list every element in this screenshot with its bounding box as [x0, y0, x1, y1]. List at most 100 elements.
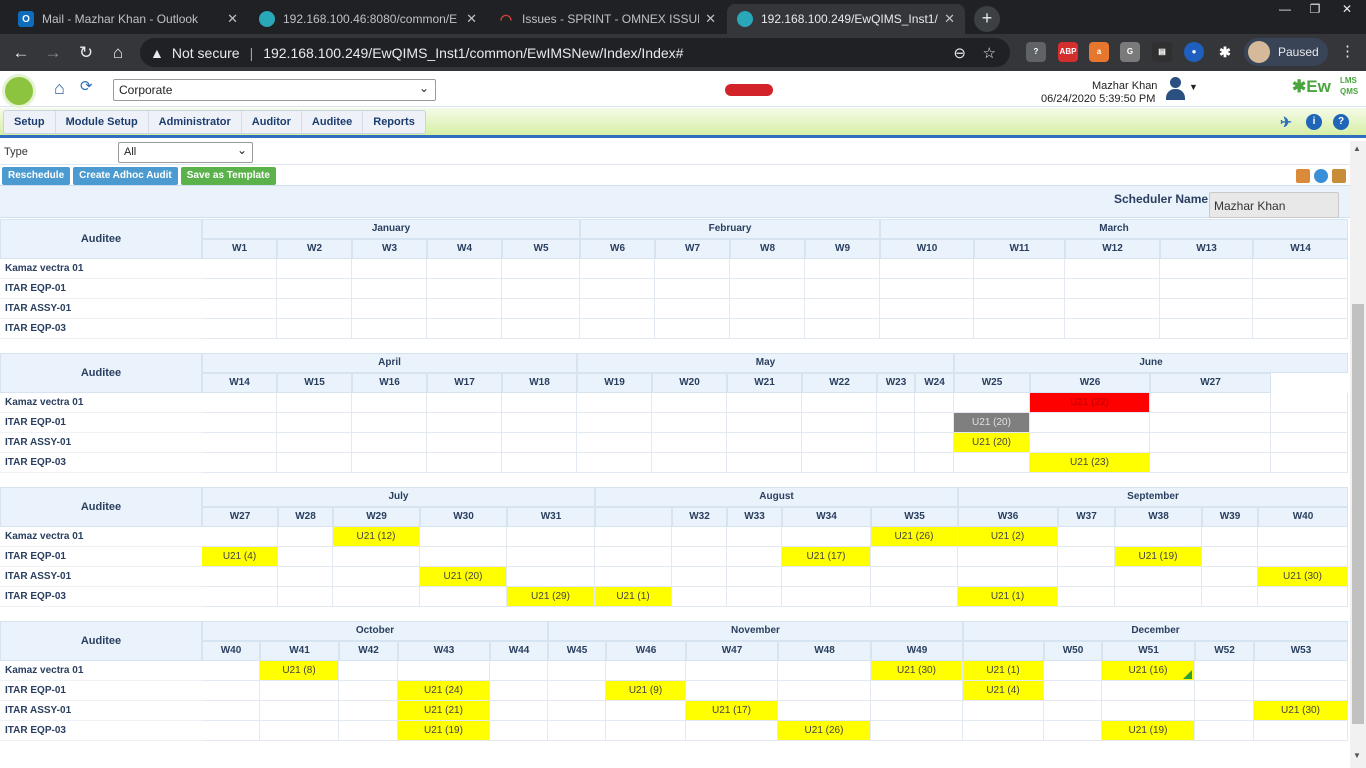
audit-event[interactable]: U21 (19): [1115, 547, 1202, 567]
schedule-cell[interactable]: [1160, 279, 1253, 299]
schedule-cell[interactable]: [778, 681, 871, 701]
schedule-cell[interactable]: [352, 299, 427, 319]
back-icon[interactable]: ←: [10, 42, 32, 64]
menu-auditor[interactable]: Auditor: [242, 111, 302, 133]
schedule-cell[interactable]: [778, 661, 871, 681]
schedule-cell[interactable]: [871, 547, 958, 567]
schedule-cell[interactable]: [652, 413, 727, 433]
schedule-cell[interactable]: [202, 567, 278, 587]
schedule-cell[interactable]: [278, 547, 333, 567]
schedule-cell[interactable]: [606, 701, 686, 721]
schedule-cell[interactable]: [877, 393, 915, 413]
schedule-cell[interactable]: [352, 453, 427, 473]
browser-tab-ewqims-249[interactable]: 192.168.100.249/EwQIMS_Inst1/ ✕: [727, 4, 965, 34]
schedule-cell[interactable]: [420, 587, 507, 607]
audit-event[interactable]: U21 (2): [958, 527, 1058, 547]
close-icon[interactable]: ✕: [944, 11, 955, 27]
schedule-cell[interactable]: [963, 701, 1044, 721]
schedule-cell[interactable]: [958, 547, 1058, 567]
schedule-cell[interactable]: [202, 259, 277, 279]
schedule-cell[interactable]: [782, 527, 871, 547]
schedule-cell[interactable]: [1150, 433, 1271, 453]
schedule-cell[interactable]: [1271, 453, 1348, 473]
audit-event[interactable]: U21 (26): [871, 527, 958, 547]
schedule-cell[interactable]: [1065, 299, 1160, 319]
caret-down-icon[interactable]: ▼: [1189, 82, 1198, 92]
schedule-cell[interactable]: [1150, 453, 1271, 473]
schedule-cell[interactable]: [782, 587, 871, 607]
audit-event[interactable]: U21 (26): [778, 721, 871, 741]
schedule-cell[interactable]: [727, 527, 782, 547]
browser-tab-outlook[interactable]: O Mail - Mazhar Khan - Outlook ✕: [8, 4, 248, 34]
schedule-cell[interactable]: [1160, 259, 1253, 279]
schedule-cell[interactable]: [974, 319, 1065, 339]
schedule-cell[interactable]: [1254, 721, 1348, 741]
pin-icon[interactable]: ✈: [1278, 114, 1294, 130]
schedule-cell[interactable]: [880, 259, 974, 279]
schedule-cell[interactable]: [672, 527, 727, 547]
schedule-cell[interactable]: [427, 393, 502, 413]
schedule-cell[interactable]: [778, 701, 871, 721]
schedule-cell[interactable]: [1271, 433, 1348, 453]
schedule-cell[interactable]: [880, 279, 974, 299]
schedule-cell[interactable]: [577, 453, 652, 473]
schedule-cell[interactable]: [1065, 259, 1160, 279]
schedule-cell[interactable]: [277, 259, 352, 279]
schedule-cell[interactable]: [974, 259, 1065, 279]
scheduler-name-field[interactable]: Mazhar Khan: [1209, 192, 1339, 218]
scroll-down-icon[interactable]: ▼: [1353, 751, 1361, 760]
schedule-cell[interactable]: [954, 393, 1030, 413]
new-tab-button[interactable]: +: [974, 6, 1000, 32]
schedule-cell[interactable]: [958, 567, 1058, 587]
schedule-cell[interactable]: [802, 393, 877, 413]
schedule-cell[interactable]: [652, 433, 727, 453]
restore-icon[interactable]: ❐: [1300, 0, 1330, 20]
save-as-template-button[interactable]: Save as Template: [180, 167, 276, 185]
schedule-cell[interactable]: [260, 721, 339, 741]
schedule-cell[interactable]: [915, 393, 954, 413]
schedule-cell[interactable]: [278, 527, 333, 547]
schedule-cell[interactable]: [420, 527, 507, 547]
zoom-icon[interactable]: ⊖: [953, 44, 966, 62]
schedule-cell[interactable]: [1044, 721, 1102, 741]
schedule-cell[interactable]: [277, 279, 352, 299]
menu-auditee[interactable]: Auditee: [302, 111, 364, 133]
globe-icon[interactable]: [1314, 169, 1328, 183]
close-icon[interactable]: ✕: [705, 11, 716, 27]
schedule-cell[interactable]: [1253, 299, 1348, 319]
schedule-cell[interactable]: [974, 299, 1065, 319]
schedule-cell[interactable]: [427, 299, 502, 319]
schedule-cell[interactable]: [915, 413, 954, 433]
schedule-cell[interactable]: [502, 259, 580, 279]
schedule-cell[interactable]: [871, 721, 963, 741]
schedule-cell[interactable]: [398, 661, 490, 681]
schedule-cell[interactable]: [277, 319, 352, 339]
schedule-cell[interactable]: [595, 547, 672, 567]
extension-firefox-icon[interactable]: ●: [1184, 42, 1204, 62]
schedule-cell[interactable]: [1058, 587, 1115, 607]
schedule-cell[interactable]: [202, 393, 277, 413]
schedule-cell[interactable]: [1195, 701, 1254, 721]
schedule-cell[interactable]: [871, 587, 958, 607]
audit-event[interactable]: U21 (12): [333, 527, 420, 547]
schedule-cell[interactable]: [805, 279, 880, 299]
audit-event[interactable]: U21 (1): [958, 587, 1058, 607]
schedule-cell[interactable]: [880, 319, 974, 339]
help-icon[interactable]: ?: [1333, 114, 1349, 130]
schedule-cell[interactable]: [339, 681, 398, 701]
schedule-cell[interactable]: [727, 393, 802, 413]
menu-setup[interactable]: Setup: [4, 111, 56, 133]
schedule-cell[interactable]: [1253, 319, 1348, 339]
schedule-cell[interactable]: [1058, 567, 1115, 587]
audit-event[interactable]: U21 (24): [398, 681, 490, 701]
schedule-cell[interactable]: [420, 547, 507, 567]
schedule-cell[interactable]: [871, 567, 958, 587]
schedule-cell[interactable]: [1030, 413, 1150, 433]
schedule-cell[interactable]: [655, 319, 730, 339]
schedule-cell[interactable]: [277, 393, 352, 413]
schedule-cell[interactable]: [730, 319, 805, 339]
schedule-cell[interactable]: [352, 279, 427, 299]
schedule-cell[interactable]: [727, 567, 782, 587]
schedule-cell[interactable]: [352, 259, 427, 279]
schedule-cell[interactable]: [548, 721, 606, 741]
